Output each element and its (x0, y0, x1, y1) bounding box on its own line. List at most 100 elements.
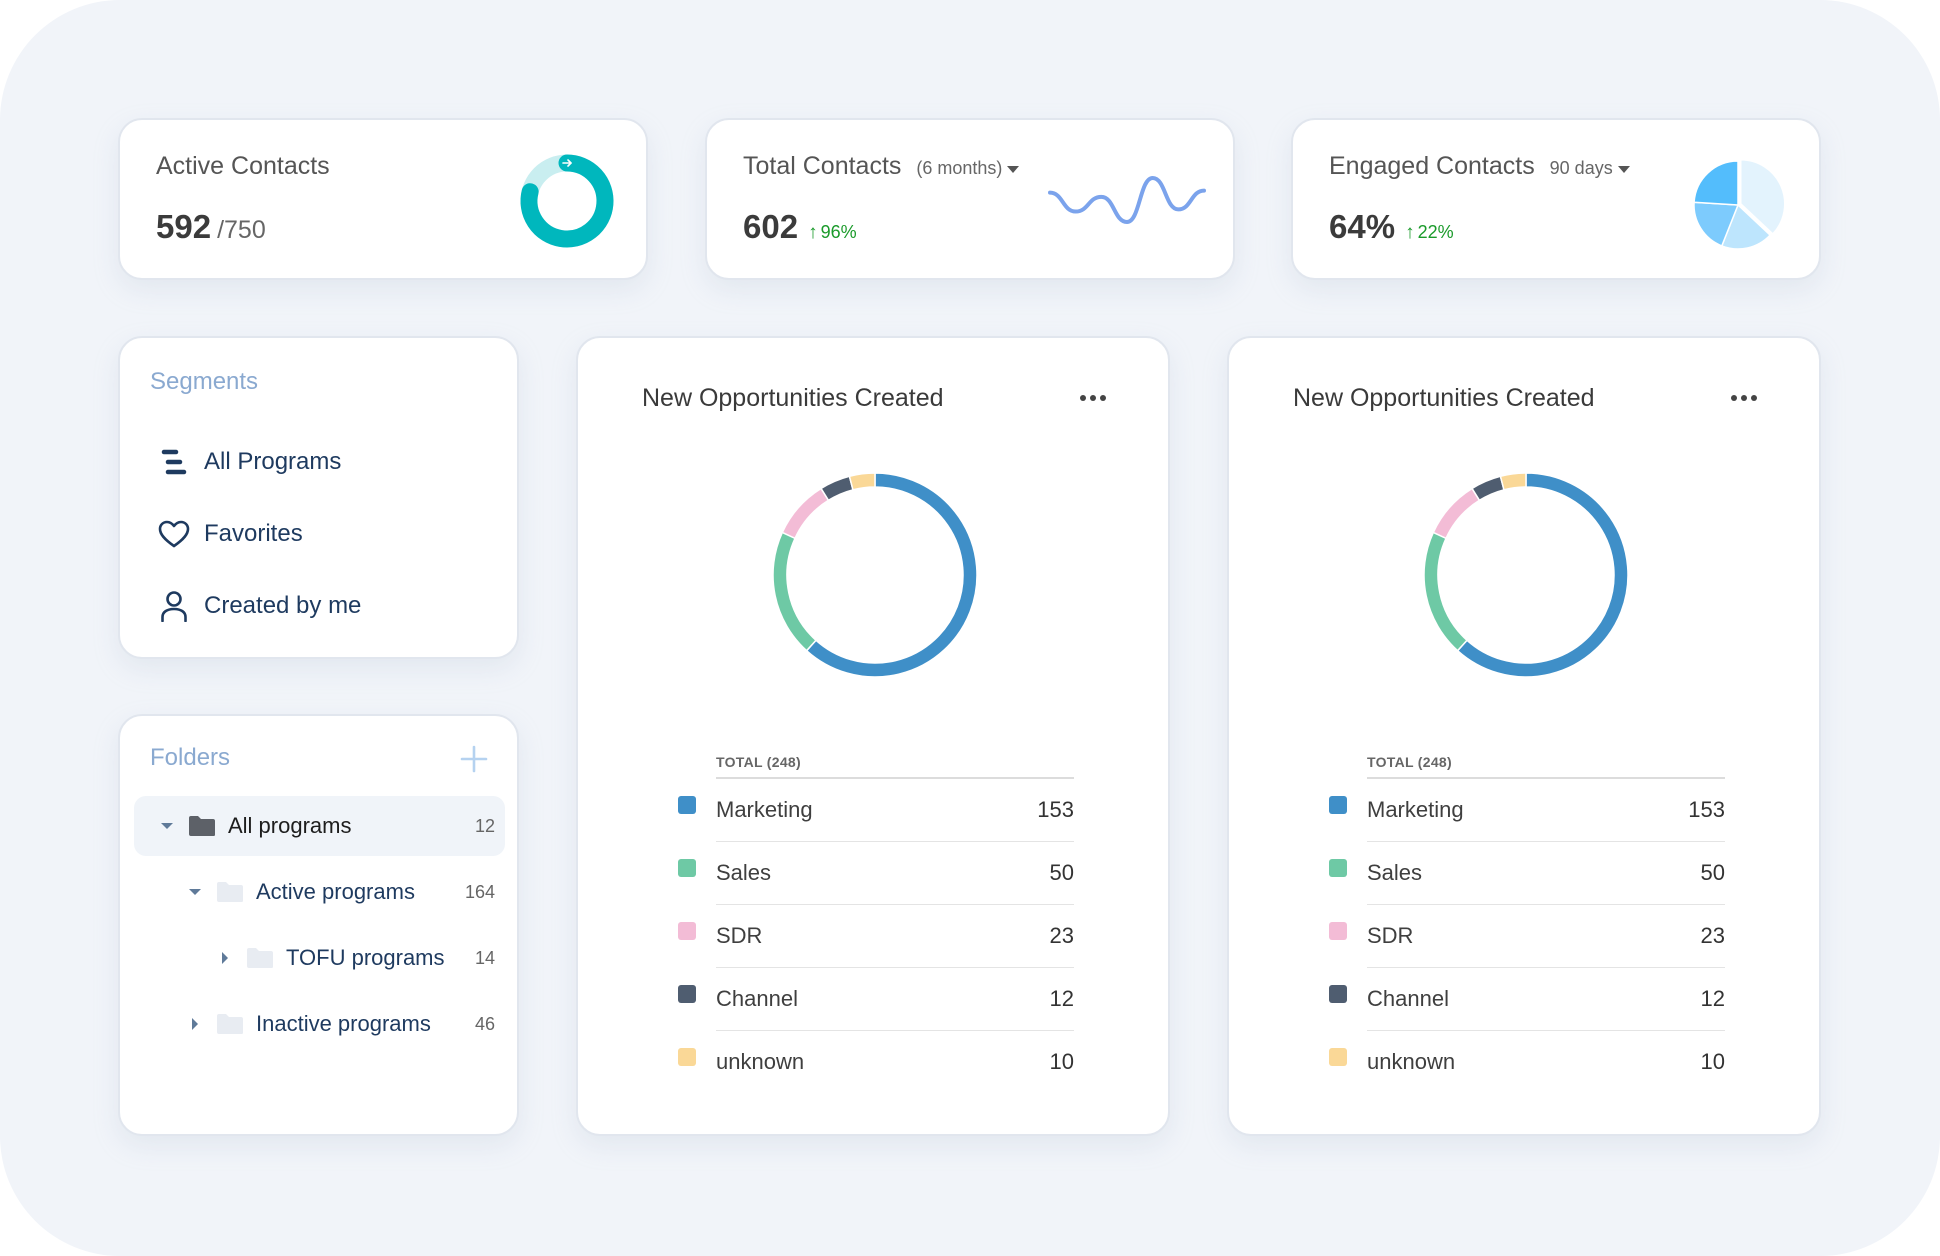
legend-value: 23 (1049, 923, 1074, 948)
user-icon (158, 590, 190, 622)
chevron-right-icon (192, 1018, 198, 1030)
legend-label: Marketing (716, 797, 813, 822)
legend-value: 23 (1700, 923, 1725, 948)
donut-slice-marketing[interactable] (1456, 472, 1629, 678)
folder-name: Active programs (256, 879, 415, 904)
legend-swatch (678, 922, 696, 940)
donut-slice-channel[interactable] (1471, 475, 1505, 502)
opportunities-legend: Marketing 153 Sales 50 SDR 23 Channel 12 unknown… (1327, 777, 1725, 1094)
folder-tofu-programs[interactable]: TOFU programs 14 (134, 928, 505, 988)
add-folder-button[interactable] (459, 744, 489, 774)
opportunities-legend: Marketing 153 Sales 50 SDR 23 Channel 12 unknown… (676, 777, 1074, 1094)
expand-toggle[interactable] (188, 885, 202, 899)
total-contacts-period: (6 months) (916, 158, 1003, 178)
total-contacts-delta-value: 96% (820, 222, 857, 242)
more-horizontal-icon-dot (1080, 395, 1086, 401)
folder-icon (189, 816, 215, 836)
engaged-contacts-period: 90 days (1549, 158, 1613, 178)
folder-count: 164 (464, 881, 495, 902)
more-horizontal-icon-dot (1100, 395, 1106, 401)
opportunities-total: TOTAL (248) (1367, 754, 1452, 770)
segments-title: Segments (150, 368, 259, 395)
more-horizontal-icon-dot (1090, 395, 1096, 401)
donut-slice-marketing[interactable] (805, 472, 978, 678)
engaged-contacts-title-row: Engaged Contacts 90 days (1329, 152, 1630, 181)
total-contacts-value-row: 602 ↑ 96% (743, 208, 857, 246)
folder-inactive-programs[interactable]: Inactive programs 46 (134, 994, 505, 1054)
segment-all-programs[interactable]: All Programs (158, 446, 341, 478)
folder-count: 14 (474, 947, 495, 968)
legend-value: 12 (1049, 986, 1074, 1011)
more-horizontal-icon-dot (1751, 395, 1757, 401)
legend-swatch (1329, 985, 1347, 1003)
legend-value: 153 (1688, 797, 1725, 822)
chevron-down-icon (189, 889, 201, 895)
legend-value: 10 (1049, 1049, 1074, 1074)
legend-swatch (1329, 859, 1347, 877)
legend-label: SDR (716, 923, 763, 948)
more-horizontal-icon-dot (1731, 395, 1737, 401)
more-options-button[interactable] (1080, 388, 1106, 408)
donut-slice-sdr[interactable] (781, 487, 830, 540)
legend-row-marketing: Marketing 153 (1327, 779, 1725, 842)
engaged-contacts-delta: ↑ 22% (1405, 222, 1454, 244)
donut-slice-unknown[interactable] (848, 472, 876, 491)
segment-label: Favorites (204, 520, 303, 547)
opportunities-donut-chart (1423, 472, 1629, 678)
chevron-down-icon (161, 823, 173, 829)
engaged-contacts-period-dropdown[interactable]: 90 days (1550, 158, 1630, 178)
total-contacts-period-dropdown[interactable]: (6 months) (916, 158, 1020, 178)
total-contacts-card[interactable]: Total Contacts (6 months) 602 ↑ 96% (705, 118, 1235, 280)
legend-value: 153 (1037, 797, 1074, 822)
legend-swatch (1329, 796, 1347, 814)
active-contacts-card[interactable]: Active Contacts 592 /750 (118, 118, 648, 280)
active-contacts-total: /750 (217, 216, 266, 244)
expand-toggle[interactable] (160, 819, 174, 833)
folder-all-programs[interactable]: All programs 12 (134, 796, 505, 856)
opportunities-total: TOTAL (248) (716, 754, 801, 770)
folder-icon (217, 882, 243, 902)
folders-panel: Folders All programs 12 Active programs … (118, 714, 519, 1136)
folder-name: TOFU programs (286, 945, 445, 970)
arrow-up-icon: ↑ (808, 222, 818, 243)
legend-row-channel: Channel 12 (1327, 968, 1725, 1031)
opportunities-card: New Opportunities Created TOTAL (248) Ma… (1227, 336, 1821, 1136)
folders-title: Folders (150, 744, 231, 771)
expand-toggle[interactable] (218, 951, 232, 965)
active-contacts-value: 592 (156, 208, 212, 245)
legend-row-unknown: unknown 10 (676, 1031, 1074, 1094)
donut-slice-sales[interactable] (772, 531, 818, 652)
folder-active-programs[interactable]: Active programs 164 (134, 862, 505, 922)
engaged-contacts-value-row: 64% ↑ 22% (1329, 208, 1454, 246)
legend-label: Marketing (1367, 797, 1464, 822)
donut-slice-channel[interactable] (820, 475, 854, 502)
total-contacts-delta: ↑ 96% (808, 222, 857, 244)
legend-value: 50 (1700, 860, 1725, 885)
legend-label: unknown (1367, 1049, 1456, 1074)
donut-slice-sdr[interactable] (1432, 487, 1481, 540)
folder-icon (247, 948, 273, 968)
legend-row-sales: Sales 50 (1327, 842, 1725, 905)
active-contacts-progress-ring (520, 154, 614, 248)
folder-count: 12 (474, 815, 495, 836)
more-options-button[interactable] (1731, 388, 1757, 408)
legend-swatch (1329, 922, 1347, 940)
segment-created-by-me[interactable]: Created by me (158, 590, 361, 622)
legend-label: unknown (716, 1049, 805, 1074)
legend-row-marketing: Marketing 153 (676, 779, 1074, 842)
engaged-contacts-delta-value: 22% (1417, 222, 1454, 242)
donut-slice-sales[interactable] (1423, 531, 1469, 652)
legend-label: Sales (716, 860, 772, 885)
segment-favorites[interactable]: Favorites (158, 518, 303, 550)
folder-name: Inactive programs (256, 1011, 431, 1036)
legend-label: SDR (1367, 923, 1414, 948)
legend-swatch (678, 796, 696, 814)
expand-toggle[interactable] (188, 1017, 202, 1031)
engaged-contacts-card[interactable]: Engaged Contacts 90 days 64% ↑ 22% (1291, 118, 1821, 280)
legend-label: Channel (1367, 986, 1449, 1011)
caret-down-icon (1617, 165, 1630, 173)
donut-slice-unknown[interactable] (1499, 472, 1527, 491)
caret-down-icon (1007, 165, 1020, 173)
legend-swatch (678, 985, 696, 1003)
legend-row-unknown: unknown 10 (1327, 1031, 1725, 1094)
